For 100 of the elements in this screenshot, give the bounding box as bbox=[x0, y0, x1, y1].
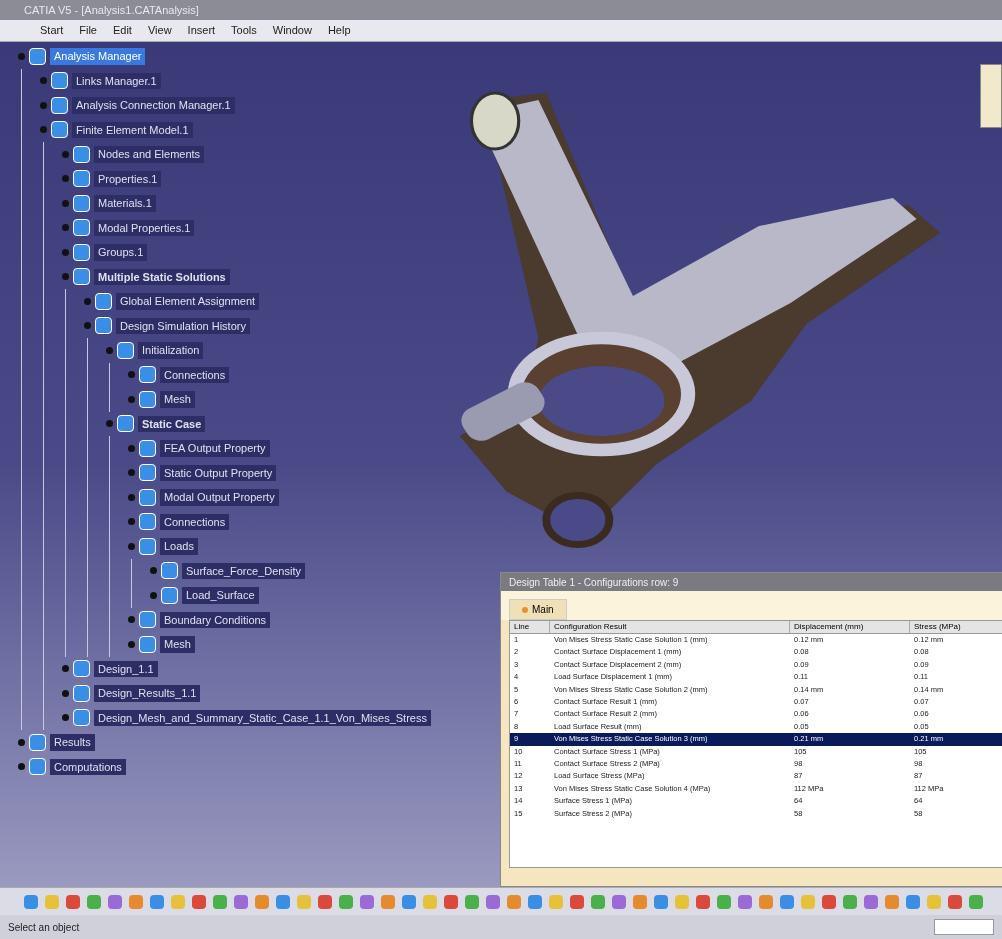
toolbar-icon[interactable] bbox=[234, 894, 248, 909]
tree-item[interactable]: Finite Element Model.1 bbox=[72, 121, 193, 138]
tree-connector-icon[interactable] bbox=[18, 738, 25, 746]
toolbar-icon[interactable] bbox=[969, 894, 983, 909]
tree-item[interactable]: Materials.1 bbox=[94, 195, 156, 212]
tree-connector-icon[interactable] bbox=[62, 714, 69, 722]
tree-item[interactable]: FEA Output Property bbox=[160, 440, 270, 457]
tree-connector-icon[interactable] bbox=[62, 689, 69, 697]
toolbar-icon[interactable] bbox=[150, 894, 164, 909]
tree-connector-icon[interactable] bbox=[106, 346, 113, 354]
toolbar-icon[interactable] bbox=[612, 894, 626, 909]
tree-item[interactable]: Multiple Static Solutions bbox=[94, 268, 230, 285]
tree-item[interactable]: Groups.1 bbox=[94, 244, 148, 261]
tree-item[interactable]: Properties.1 bbox=[94, 170, 162, 187]
toolbar-icon[interactable] bbox=[633, 894, 647, 909]
tree-item[interactable]: Results bbox=[50, 734, 95, 751]
menu-item[interactable]: Help bbox=[327, 22, 351, 39]
tree-item[interactable]: Computations bbox=[50, 758, 126, 775]
tree-connector-icon[interactable] bbox=[128, 395, 135, 403]
menu-item[interactable]: Start bbox=[40, 22, 64, 39]
toolbar-icon[interactable] bbox=[360, 894, 374, 909]
toolbar-icon[interactable] bbox=[465, 894, 479, 909]
toolbar-icon[interactable] bbox=[318, 894, 332, 909]
tree-item[interactable]: Analysis Manager bbox=[50, 48, 146, 65]
menu-item[interactable]: View bbox=[147, 22, 172, 39]
tree-item[interactable]: Analysis Connection Manager.1 bbox=[72, 97, 235, 114]
tree-connector-icon[interactable] bbox=[128, 542, 135, 550]
toolbar-icon[interactable] bbox=[822, 894, 836, 909]
toolbar-icon[interactable] bbox=[381, 894, 395, 909]
toolbar-icon[interactable] bbox=[528, 894, 542, 909]
tree-item[interactable]: Links Manager.1 bbox=[72, 72, 161, 89]
tree-connector-icon[interactable] bbox=[150, 591, 157, 599]
menu-item[interactable]: Window bbox=[272, 22, 312, 39]
toolbar-icon[interactable] bbox=[66, 894, 80, 909]
toolbar-icon[interactable] bbox=[738, 894, 752, 909]
tree-item[interactable]: Load_Surface bbox=[182, 587, 259, 604]
tree-item[interactable]: Static Case bbox=[138, 415, 206, 432]
tree-connector-icon[interactable] bbox=[18, 763, 25, 771]
column-header[interactable]: Configuration Result bbox=[550, 621, 790, 633]
toolbar-icon[interactable] bbox=[717, 894, 731, 909]
toolbar-icon[interactable] bbox=[192, 894, 206, 909]
toolbar-icon[interactable] bbox=[864, 894, 878, 909]
tree-connector-icon[interactable] bbox=[128, 493, 135, 501]
command-field[interactable] bbox=[934, 919, 994, 935]
menu-item[interactable]: Insert bbox=[187, 22, 216, 39]
table-tab[interactable]: Main bbox=[509, 599, 567, 620]
toolbar-icon[interactable] bbox=[675, 894, 689, 909]
toolbar-icon[interactable] bbox=[87, 894, 101, 909]
toolbar-icon[interactable] bbox=[444, 894, 458, 909]
tree-item[interactable]: Modal Output Property bbox=[160, 489, 279, 506]
tree-connector-icon[interactable] bbox=[128, 640, 135, 648]
toolbar-icon[interactable] bbox=[339, 894, 353, 909]
tree-item[interactable]: Nodes and Elements bbox=[94, 146, 205, 163]
toolbar-icon[interactable] bbox=[507, 894, 521, 909]
toolbar-icon[interactable] bbox=[885, 894, 899, 909]
toolbar-icon[interactable] bbox=[948, 894, 962, 909]
toolbar-icon[interactable] bbox=[213, 894, 227, 909]
tree-item[interactable]: Connections bbox=[160, 366, 230, 383]
tree-item[interactable]: Surface_Force_Density bbox=[182, 562, 305, 579]
tree-item[interactable]: Mesh bbox=[160, 636, 195, 653]
toolbar-icon[interactable] bbox=[276, 894, 290, 909]
tree-connector-icon[interactable] bbox=[150, 567, 157, 575]
tree-connector-icon[interactable] bbox=[128, 444, 135, 452]
tree-item[interactable]: Loads bbox=[160, 538, 198, 555]
tree-item[interactable]: Static Output Property bbox=[160, 464, 277, 481]
toolbar-icon[interactable] bbox=[402, 894, 416, 909]
toolbar-icon[interactable] bbox=[906, 894, 920, 909]
toolbar-icon[interactable] bbox=[486, 894, 500, 909]
toolbar-icon[interactable] bbox=[570, 894, 584, 909]
toolbar-icon[interactable] bbox=[801, 894, 815, 909]
toolbar-icon[interactable] bbox=[549, 894, 563, 909]
menu-item[interactable]: File bbox=[79, 22, 97, 39]
tree-item[interactable]: Design_Results_1.1 bbox=[94, 685, 201, 702]
menu-item[interactable]: Tools bbox=[231, 22, 257, 39]
toolbar-icon[interactable] bbox=[927, 894, 941, 909]
toolbar-icon[interactable] bbox=[780, 894, 794, 909]
tree-connector-icon[interactable] bbox=[106, 420, 113, 428]
toolbar-icon[interactable] bbox=[759, 894, 773, 909]
tree-item[interactable]: Connections bbox=[160, 513, 230, 530]
tree-connector-icon[interactable] bbox=[128, 371, 135, 379]
toolbar-icon[interactable] bbox=[843, 894, 857, 909]
tree-connector-icon[interactable] bbox=[128, 616, 135, 624]
toolbar-icon[interactable] bbox=[654, 894, 668, 909]
tree-connector-icon[interactable] bbox=[128, 518, 135, 526]
toolbar-icon[interactable] bbox=[45, 894, 59, 909]
menu-item[interactable]: Edit bbox=[112, 22, 132, 39]
tree-connector-icon[interactable] bbox=[128, 469, 135, 477]
tree-item[interactable]: Design Simulation History bbox=[116, 317, 250, 334]
tree-item[interactable]: Design_Mesh_and_Summary_Static_Case_1.1_Von_Mises_Stress bbox=[94, 709, 431, 726]
toolbar-icon[interactable] bbox=[171, 894, 185, 909]
toolbar-icon[interactable] bbox=[591, 894, 605, 909]
tree-item[interactable]: Global Element Assignment bbox=[116, 293, 260, 310]
tree-item[interactable]: Mesh bbox=[160, 391, 195, 408]
toolbar-icon[interactable] bbox=[24, 894, 38, 909]
toolbar-icon[interactable] bbox=[108, 894, 122, 909]
toolbar-icon[interactable] bbox=[696, 894, 710, 909]
toolbar-icon[interactable] bbox=[423, 894, 437, 909]
tree-item[interactable]: Initialization bbox=[138, 342, 204, 359]
tree-item[interactable]: Design_1.1 bbox=[94, 660, 158, 677]
column-header[interactable]: Line bbox=[510, 621, 550, 633]
